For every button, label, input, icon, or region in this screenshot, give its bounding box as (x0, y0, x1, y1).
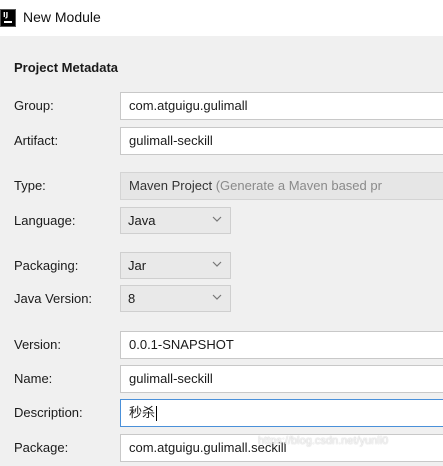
group-input[interactable]: com.atguigu.gulimall (120, 92, 443, 120)
java-version-value: 8 (128, 291, 136, 306)
package-label: Package: (14, 440, 69, 455)
name-label: Name: (14, 371, 53, 386)
artifact-label: Artifact: (14, 133, 59, 148)
version-input[interactable]: 0.0.1-SNAPSHOT (120, 331, 443, 359)
description-label: Description: (14, 405, 83, 420)
name-value: gulimall-seckill (129, 371, 213, 386)
type-label: Type: (14, 178, 46, 193)
language-dropdown[interactable]: Java (120, 207, 231, 234)
type-hint: (Generate a Maven based pr (215, 178, 382, 193)
version-value: 0.0.1-SNAPSHOT (129, 337, 234, 352)
artifact-input[interactable]: gulimall-seckill (120, 127, 443, 155)
group-label: Group: (14, 98, 54, 113)
chevron-down-icon (212, 216, 222, 222)
name-input[interactable]: gulimall-seckill (120, 365, 443, 393)
java-version-dropdown[interactable]: 8 (120, 285, 231, 312)
language-value: Java (128, 213, 156, 228)
section-heading: Project Metadata (14, 60, 119, 75)
packaging-dropdown[interactable]: Jar (120, 252, 231, 279)
text-caret (156, 406, 158, 422)
description-input[interactable]: 秒杀 (120, 399, 443, 427)
watermark-text: https://blog.csdn.net/yunli0 (258, 435, 389, 447)
artifact-value: gulimall-seckill (129, 133, 213, 148)
type-value: Maven Project (129, 178, 213, 193)
language-label: Language: (14, 213, 76, 228)
description-value: 秒杀 (129, 405, 156, 420)
version-label: Version: (14, 337, 61, 352)
packaging-value: Jar (128, 258, 147, 273)
chevron-down-icon (212, 294, 222, 300)
dialog-content: Project Metadata Group: com.atguigu.guli… (0, 36, 443, 466)
type-select[interactable]: Maven Project (Generate a Maven based pr (120, 172, 443, 200)
intellij-app-icon: IJ (0, 9, 16, 27)
window-title: New Module (23, 9, 101, 25)
packaging-label: Packaging: (14, 258, 79, 273)
chevron-down-icon (212, 261, 222, 267)
java-version-label: Java Version: (14, 291, 93, 306)
group-value: com.atguigu.gulimall (129, 98, 248, 113)
title-bar: IJ New Module (0, 0, 443, 36)
